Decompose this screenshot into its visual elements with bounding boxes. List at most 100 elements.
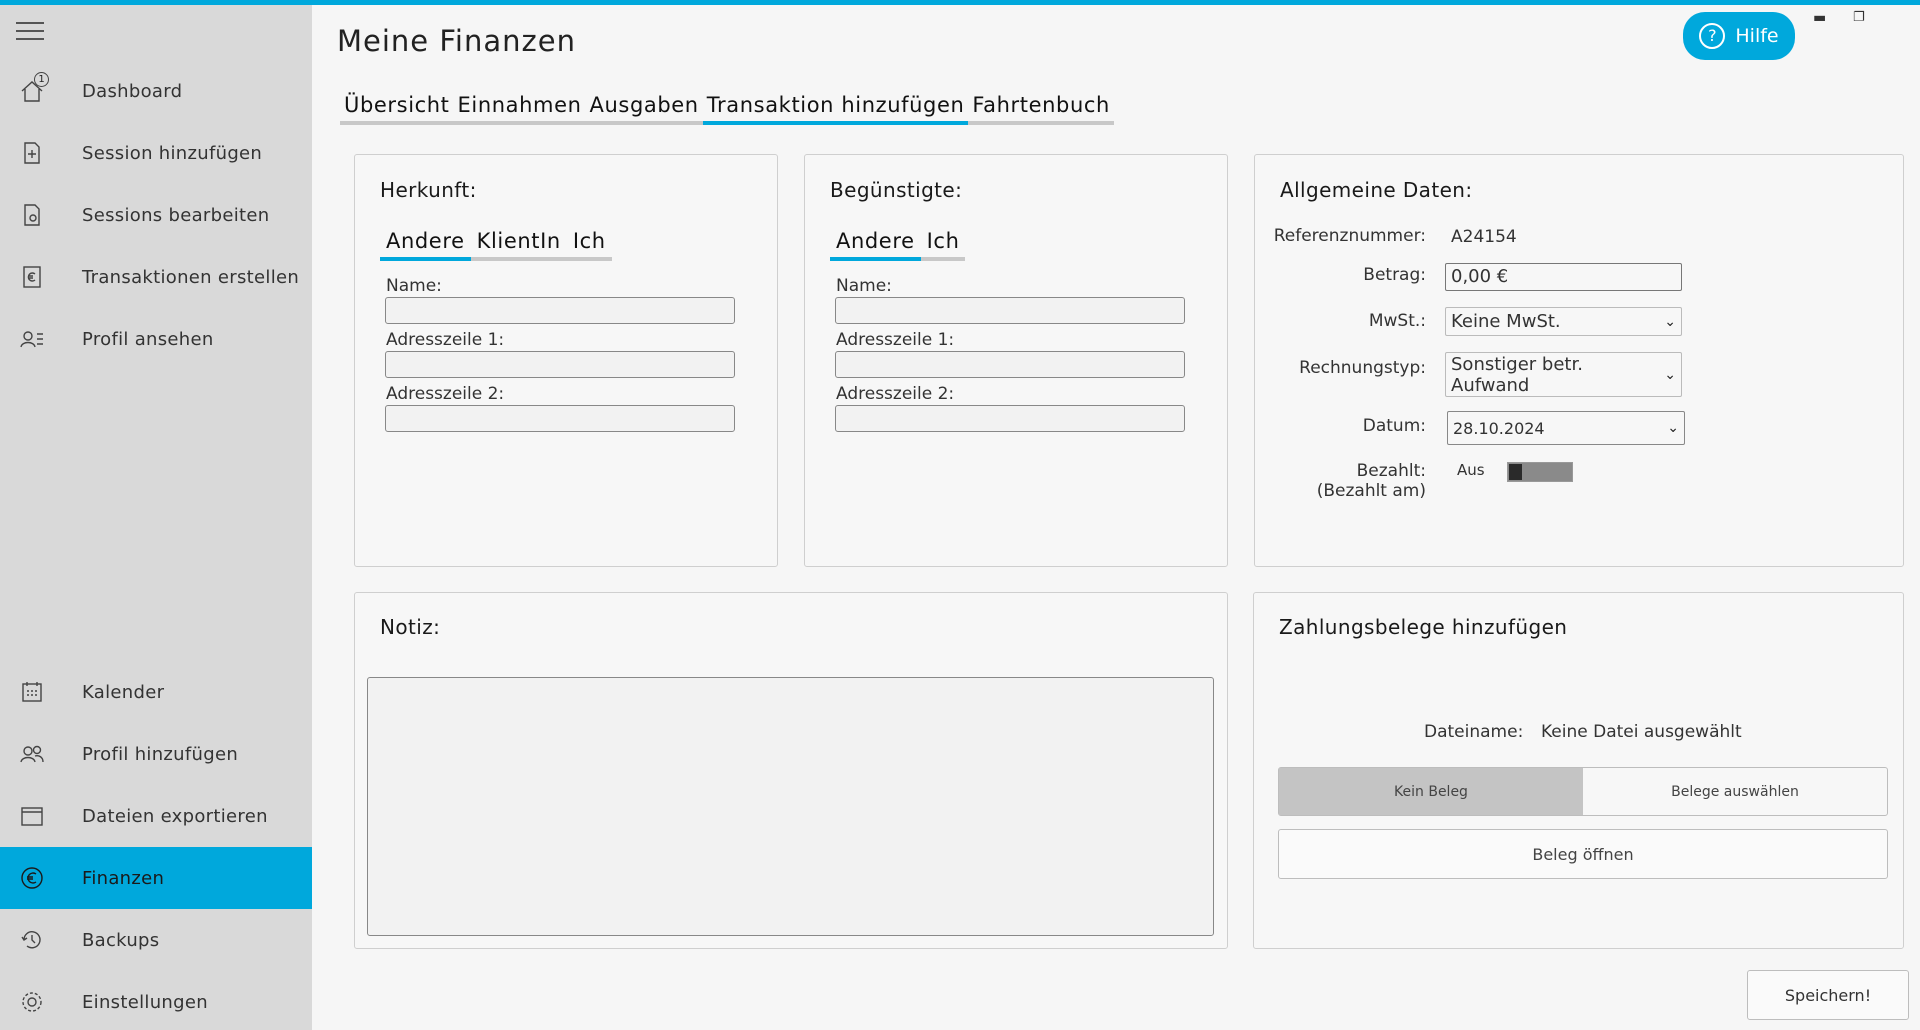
beguenstigte-adresse2-input[interactable] — [835, 405, 1185, 432]
rechnungstyp-select[interactable]: Sonstiger betr. Aufwand ⌄ — [1445, 352, 1682, 397]
euro-document-icon — [17, 262, 47, 292]
notiz-title: Notiz: — [380, 615, 441, 639]
tab-transaktion-hinzufuegen[interactable]: Transaktion hinzufügen — [702, 93, 969, 125]
herkunft-tab-ich[interactable]: Ich — [566, 229, 612, 261]
menu-icon[interactable] — [16, 22, 44, 42]
add-person-icon — [17, 739, 47, 769]
sidebar-item-label: Sessions bearbeiten — [82, 204, 270, 226]
herkunft-adresse2-label: Adresszeile 2: — [386, 384, 505, 404]
chevron-down-icon: ⌄ — [1667, 420, 1679, 436]
sidebar-item-dateien-exportieren[interactable]: Dateien exportieren — [0, 785, 312, 847]
bezahlt-label: Bezahlt: — [1356, 461, 1426, 481]
herkunft-adresse1-label: Adresszeile 1: — [386, 330, 505, 350]
history-icon — [17, 925, 47, 955]
bezahlt-toggle[interactable] — [1507, 462, 1573, 482]
profile-list-icon — [17, 324, 47, 354]
sidebar-item-transaktionen-erstellen[interactable]: Transaktionen erstellen — [0, 246, 312, 308]
sidebar-item-label: Backups — [82, 929, 160, 951]
sidebar-item-label: Dateien exportieren — [82, 805, 268, 827]
save-button[interactable]: Speichern! — [1747, 970, 1909, 1020]
page-title: Meine Finanzen — [337, 24, 576, 58]
herkunft-title: Herkunft: — [380, 178, 477, 202]
home-icon: 1 — [17, 72, 49, 106]
sidebar-item-label: Einstellungen — [82, 991, 208, 1013]
herkunft-adresse2-input[interactable] — [385, 405, 735, 432]
beguenstigte-adresse1-label: Adresszeile 1: — [836, 330, 955, 350]
chevron-down-icon: ⌄ — [1664, 366, 1676, 383]
sidebar-item-session-hinzufuegen[interactable]: Session hinzufügen — [0, 122, 312, 184]
rechnungstyp-label: Rechnungstyp: — [1299, 358, 1426, 378]
sidebar-item-profil-ansehen[interactable]: Profil ansehen — [0, 308, 312, 370]
betrag-input[interactable]: 0,00 € — [1445, 263, 1682, 291]
sidebar-item-einstellungen[interactable]: Einstellungen — [0, 971, 312, 1030]
beguenstigte-tab-andere[interactable]: Andere — [830, 229, 921, 261]
sidebar-item-label: Transaktionen erstellen — [82, 266, 300, 288]
restore-icon[interactable]: ❐ — [1853, 10, 1865, 25]
datum-value: 28.10.2024 — [1453, 418, 1545, 438]
sidebar-item-profil-hinzufuegen[interactable]: Profil hinzufügen — [0, 723, 312, 785]
chevron-down-icon: ⌄ — [1664, 313, 1676, 330]
rechnungstyp-value: Sonstiger betr. Aufwand — [1451, 353, 1583, 396]
zahlungsbelege-title: Zahlungsbelege hinzufügen — [1279, 615, 1568, 639]
sidebar-item-sessions-bearbeiten[interactable]: Sessions bearbeiten — [0, 184, 312, 246]
referenz-value: A24154 — [1451, 227, 1517, 247]
sidebar: 1 Dashboard Session hinzufügen Sessions … — [0, 5, 312, 1030]
mwst-select[interactable]: Keine MwSt. ⌄ — [1445, 307, 1682, 336]
finance-tabs: Übersicht Einnahmen Ausgaben Transaktion… — [340, 93, 1114, 125]
tab-uebersicht[interactable]: Übersicht — [340, 93, 454, 125]
belege-auswaehlen-option[interactable]: Belege auswählen — [1583, 768, 1887, 815]
help-button[interactable]: ? Hilfe — [1683, 12, 1795, 60]
document-plus-icon — [17, 138, 47, 168]
minimize-icon[interactable]: ▬ — [1813, 10, 1826, 26]
euro-icon — [17, 863, 47, 893]
herkunft-name-label: Name: — [386, 276, 442, 296]
mwst-label: MwSt.: — [1368, 311, 1426, 331]
sidebar-item-label: Session hinzufügen — [82, 142, 263, 164]
beguenstigte-name-input[interactable] — [835, 297, 1185, 324]
dateiname-label: Dateiname: — [1424, 722, 1524, 742]
calendar-icon — [17, 677, 47, 707]
beleg-segmented-control: Kein Beleg Belege auswählen — [1278, 767, 1888, 816]
sidebar-item-label: Finanzen — [82, 867, 165, 889]
archive-icon — [17, 801, 47, 831]
bezahlt-am-label: (Bezahlt am) — [1316, 481, 1426, 501]
betrag-label: Betrag: — [1363, 265, 1426, 285]
tab-ausgaben[interactable]: Ausgaben — [585, 93, 703, 125]
allgemeine-daten-title: Allgemeine Daten: — [1280, 178, 1473, 202]
beguenstigte-subtabs: Andere Ich — [830, 229, 966, 261]
beguenstigte-adresse2-label: Adresszeile 2: — [836, 384, 955, 404]
gear-icon — [17, 987, 47, 1017]
toggle-state-label: Aus — [1457, 461, 1485, 479]
sidebar-item-finanzen[interactable]: Finanzen — [0, 847, 312, 909]
notiz-textarea[interactable] — [367, 677, 1214, 936]
tab-fahrtenbuch[interactable]: Fahrtenbuch — [968, 93, 1114, 125]
beguenstigte-title: Begünstigte: — [830, 178, 963, 202]
datum-label: Datum: — [1362, 416, 1426, 436]
beleg-oeffnen-button[interactable]: Beleg öffnen — [1278, 829, 1888, 879]
herkunft-tab-klientin[interactable]: KlientIn — [470, 229, 567, 261]
beguenstigte-name-label: Name: — [836, 276, 892, 296]
herkunft-adresse1-input[interactable] — [385, 351, 735, 378]
herkunft-tab-andere[interactable]: Andere — [380, 229, 471, 261]
referenz-label: Referenznummer: — [1273, 226, 1426, 246]
herkunft-name-input[interactable] — [385, 297, 735, 324]
sidebar-item-label: Profil hinzufügen — [82, 743, 239, 765]
help-label: Hilfe — [1735, 25, 1779, 47]
mwst-value: Keine MwSt. — [1451, 311, 1561, 332]
sidebar-item-backups[interactable]: Backups — [0, 909, 312, 971]
datum-picker[interactable]: 28.10.2024 ⌄ — [1447, 411, 1685, 445]
sidebar-item-kalender[interactable]: Kalender — [0, 661, 312, 723]
sidebar-item-label: Kalender — [82, 681, 165, 703]
sidebar-item-label: Profil ansehen — [82, 328, 214, 350]
document-edit-icon — [17, 200, 47, 230]
sidebar-item-label: Dashboard — [82, 80, 183, 102]
herkunft-subtabs: Andere KlientIn Ich — [380, 229, 612, 261]
tab-einnahmen[interactable]: Einnahmen — [453, 93, 586, 125]
beguenstigte-tab-ich[interactable]: Ich — [920, 229, 966, 261]
beguenstigte-adresse1-input[interactable] — [835, 351, 1185, 378]
kein-beleg-option[interactable]: Kein Beleg — [1279, 768, 1583, 815]
toggle-knob — [1509, 464, 1522, 480]
sidebar-item-dashboard[interactable]: 1 Dashboard — [0, 60, 312, 122]
dateiname-value: Keine Datei ausgewählt — [1541, 722, 1742, 742]
notification-badge: 1 — [34, 72, 49, 87]
